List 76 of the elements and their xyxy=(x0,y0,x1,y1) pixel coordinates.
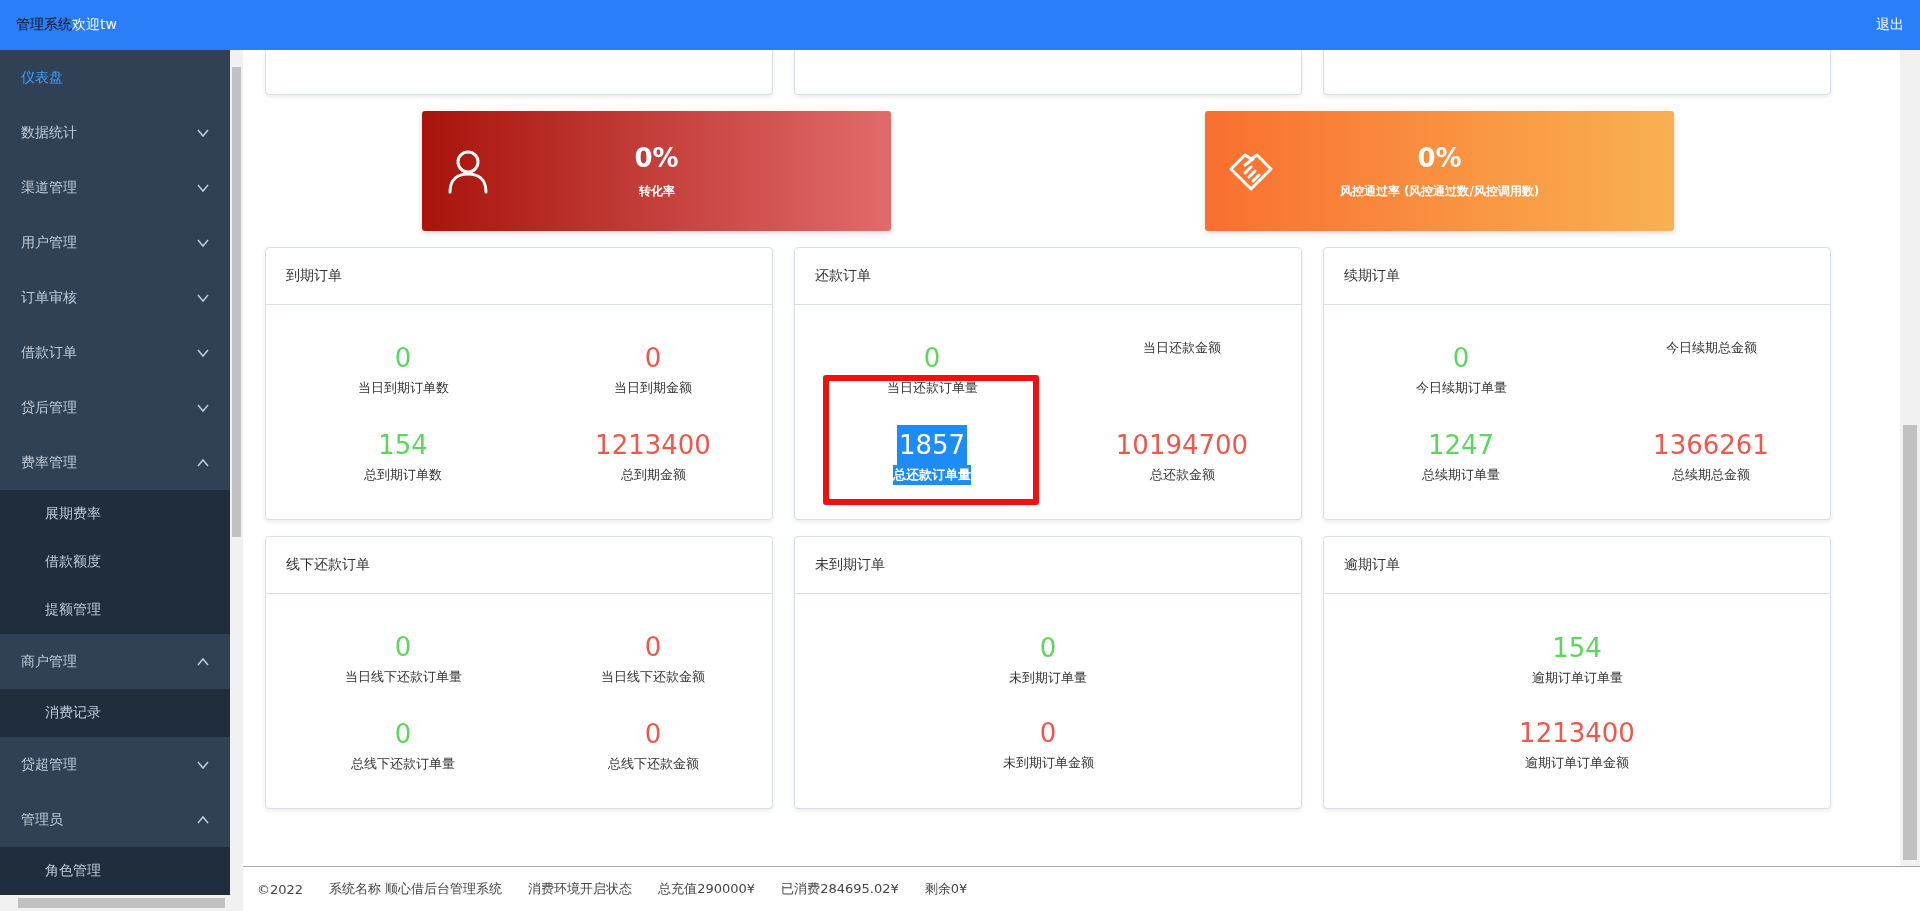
app-title: 管理系统 xyxy=(16,16,72,34)
sidebar-item[interactable]: 渠道管理 xyxy=(0,160,230,215)
stat-value: 154 xyxy=(1552,632,1602,665)
stat-label: 逾期订单订单金额 xyxy=(1525,754,1629,772)
stat-value: 0 xyxy=(644,631,662,664)
sidebar-item[interactable]: 数据统计 xyxy=(0,105,230,160)
card-title: 还款订单 xyxy=(815,267,871,285)
stat-label: 总到期订单数 xyxy=(364,466,442,484)
card-title: 未到期订单 xyxy=(815,556,885,574)
scrollbar[interactable] xyxy=(0,895,243,911)
stat-label: 当日还款金额 xyxy=(1143,339,1221,357)
footer-text: 剩余0¥ xyxy=(924,880,968,898)
stat-label: 总续期总金额 xyxy=(1672,466,1750,484)
submenu-item[interactable]: 展期费率 xyxy=(0,490,230,538)
sidebar-item[interactable]: 费率管理 xyxy=(0,435,230,490)
rate-value: 0% xyxy=(1417,142,1462,173)
stat-value: 0 xyxy=(1452,342,1470,375)
card-title: 续期订单 xyxy=(1344,267,1400,285)
card-title: 线下还款订单 xyxy=(286,556,370,574)
stat-value: 10194700 xyxy=(1115,429,1249,462)
footer-text: ©2022 xyxy=(257,881,304,897)
card-title: 逾期订单 xyxy=(1344,556,1400,574)
submenu-item[interactable]: 角色管理 xyxy=(0,847,230,895)
stat-label: 总还款订单量 xyxy=(893,465,971,485)
stat-label: 总到期金额 xyxy=(620,466,686,484)
card-title: 到期订单 xyxy=(286,267,342,285)
stat-value: 1213400 xyxy=(595,429,711,462)
scrollbar[interactable] xyxy=(230,50,243,895)
footer-text: 系统名称 顺心借后台管理系统 xyxy=(329,880,503,898)
stat-value: 154 xyxy=(378,429,428,462)
stat-value: 0 xyxy=(644,718,662,751)
sidebar-item[interactable]: 订单审核 xyxy=(0,270,230,325)
sidebar-item[interactable]: 管理员 xyxy=(0,792,230,847)
stat-label: 今日续期总金额 xyxy=(1665,339,1757,357)
stat-value: 0 xyxy=(1039,717,1057,750)
stat-value: 0 xyxy=(1039,632,1057,665)
stat-label: 未到期订单金额 xyxy=(1002,754,1094,772)
stat-label: 总线下还款订单量 xyxy=(351,755,455,773)
submenu-item[interactable]: 消费记录 xyxy=(0,689,230,737)
scrollbar[interactable] xyxy=(1900,50,1920,866)
stat-label: 逾期订单订单量 xyxy=(1531,669,1623,687)
stat-value: 0 xyxy=(644,342,662,375)
stat-label: 当日到期金额 xyxy=(614,379,692,397)
stat-value: 0 xyxy=(394,718,412,751)
sidebar-item[interactable]: 借款订单 xyxy=(0,325,230,380)
stat-value: 0 xyxy=(394,342,412,375)
sidebar-item[interactable]: 商户管理 xyxy=(0,634,230,689)
stat-value: 0 xyxy=(394,631,412,664)
stat-value: 0 xyxy=(923,342,941,375)
stat-label: 今日续期订单量 xyxy=(1415,379,1507,397)
sidebar-item[interactable]: 贷超管理 xyxy=(0,737,230,792)
stat-value: 1366261 xyxy=(1653,429,1769,462)
stat-label: 当日到期订单数 xyxy=(357,379,449,397)
stat-label: 总线下还款金额 xyxy=(607,755,699,773)
sidebar-item[interactable]: 仪表盘 xyxy=(0,50,230,105)
stat-value: 1857 xyxy=(896,425,968,465)
welcome-text: 欢迎tw xyxy=(72,16,117,34)
logout-button[interactable]: 退出 xyxy=(1876,16,1904,34)
sidebar-item[interactable]: 贷后管理 xyxy=(0,380,230,435)
footer-text: 消费环境开启状态 xyxy=(528,880,633,898)
stat-value: 1213400 xyxy=(1519,717,1635,750)
stat-label: 当日线下还款金额 xyxy=(601,668,705,686)
rate-label: 风控通过率 (风控通过数/风控调用数) xyxy=(1339,182,1540,200)
submenu-item[interactable]: 借款额度 xyxy=(0,538,230,586)
footer-text: 已消费284695.02¥ xyxy=(781,880,899,898)
stat-label: 总续期订单量 xyxy=(1422,466,1500,484)
stat-label: 当日线下还款订单量 xyxy=(344,668,462,686)
rate-value: 0% xyxy=(634,142,679,173)
stat-label: 总还款金额 xyxy=(1149,466,1215,484)
footer-text: 总充值290000¥ xyxy=(658,880,756,898)
stat-value: 1247 xyxy=(1427,429,1495,462)
sidebar-item[interactable]: 用户管理 xyxy=(0,215,230,270)
submenu-item[interactable]: 提额管理 xyxy=(0,586,230,634)
rate-label: 转化率 xyxy=(638,182,675,200)
stat-label: 当日还款订单量 xyxy=(886,379,978,397)
stat-label: 未到期订单量 xyxy=(1009,669,1087,687)
